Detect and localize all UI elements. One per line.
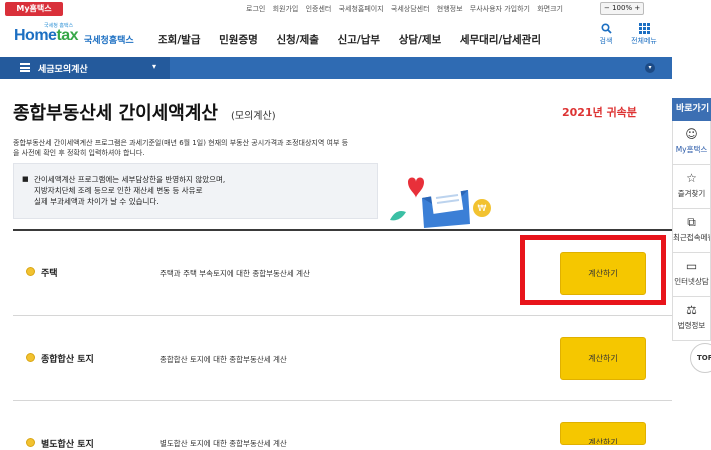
nav-item-report[interactable]: 신고/납부 — [338, 34, 380, 46]
all-menu-label: 전체메뉴 — [631, 37, 657, 45]
search-label: 검색 — [599, 37, 613, 45]
row-title-housing: 주택 — [41, 269, 58, 279]
page-title: 종합부동산세 간이세액계산 — [13, 103, 218, 124]
quick-item-label: 인터넷상담 — [674, 277, 709, 286]
location-bar: 세금모의계산 ▾ ▾ — [0, 57, 672, 79]
calculate-comprehensive-land-button[interactable]: 계산하기 — [560, 337, 646, 380]
notice-line: 간이세액계산 프로그램에는 세부담상한을 반영하지 않았으며, — [34, 175, 226, 184]
nav-item-inquiry[interactable]: 조회/발급 — [158, 34, 200, 46]
table-top-border — [13, 229, 672, 231]
calculate-separate-land-button[interactable]: 계산하기 — [560, 422, 646, 445]
my-hometax-tab[interactable]: My홈택스 — [5, 2, 63, 16]
notice-line: 실제 부과세액과 차이가 날 수 있습니다. — [34, 197, 159, 206]
zoom-value: 100% — [612, 4, 633, 12]
quick-menu-heading: 바로가기 — [672, 98, 711, 121]
main-nav: 조회/발급 민원증명 신청/제출 신고/납부 상담/제보 세무대리/납세관리 — [158, 32, 556, 47]
quick-item-label: 최근접속메뉴 — [673, 233, 711, 242]
quick-recent[interactable]: ⧉ 최근접속메뉴 — [672, 209, 711, 253]
row-title-separate-land: 별도합산 토지 — [41, 440, 94, 450]
tax-year-label: 2021년 귀속분 — [562, 106, 637, 119]
quick-menu-sidebar: 바로가기 ☺ My홈택스 ☆ 즐겨찾기 ⧉ 최근접속메뉴 ▭ 인터넷상담 ⚖ 법… — [672, 98, 711, 445]
row-desc-separate-land: 별도합산 토지에 대한 종합부동산세 계산 — [160, 439, 287, 448]
row-title-comprehensive-land: 종합합산 토지 — [41, 355, 94, 365]
highlight-annotation — [520, 235, 666, 305]
logo-wordmark: Hometax — [14, 27, 79, 44]
nav-item-apply[interactable]: 신청/제출 — [276, 34, 318, 46]
quick-item-label: My홈택스 — [675, 145, 708, 154]
row-bullet-icon — [26, 353, 35, 362]
row-desc-housing: 주택과 주택 부속토지에 대한 종합부동산세 계산 — [160, 269, 310, 278]
nav-item-civil[interactable]: 민원증명 — [219, 34, 258, 46]
hometax-logo[interactable]: 국세청 홈택스 Hometax 국세청홈택스 — [14, 22, 140, 52]
logo-korean: 국세청홈택스 — [84, 36, 134, 46]
notice-line: 지방자치단체 조례 등으로 인한 재산세 변동 등 사유로 — [34, 186, 203, 195]
utility-bar: My홈택스 로그인 회원가입 인증센터 국세청홈페이지 국세상담센터 현행정보 … — [0, 0, 711, 17]
chevron-down-icon: ▾ — [152, 62, 157, 71]
consult-center-link[interactable]: 국세상담센터 — [391, 5, 430, 13]
gavel-icon: ⚖ — [686, 303, 697, 317]
quick-item-label: 법령정보 — [677, 321, 706, 330]
quick-consult[interactable]: ▭ 인터넷상담 — [672, 253, 711, 297]
hamburger-icon — [20, 63, 30, 72]
guest-signup-link[interactable]: 무사사용자 가입하기 — [470, 5, 530, 13]
expand-circle-icon[interactable]: ▾ — [645, 63, 655, 73]
notice-box: ■ 간이세액계산 프로그램에는 세부담상한을 반영하지 않았으며, 지방자치단체… — [13, 163, 378, 219]
login-link[interactable]: 로그인 — [246, 5, 265, 13]
search-icon — [600, 23, 612, 34]
row-divider — [13, 400, 672, 401]
zoom-select[interactable]: − 100% + — [600, 2, 645, 15]
utility-links: 로그인 회원가입 인증센터 국세청홈페이지 국세상담센터 현행정보 무사사용자 … — [246, 4, 568, 14]
row-divider — [13, 315, 672, 316]
info-link[interactable]: 현행정보 — [437, 5, 463, 13]
all-menu-button[interactable]: 전체메뉴 — [628, 23, 660, 46]
grid-icon — [638, 23, 650, 34]
search-button[interactable]: 검색 — [594, 23, 618, 46]
quick-law[interactable]: ⚖ 법령정보 — [672, 297, 711, 341]
nav-item-agent[interactable]: 세무대리/납세관리 — [460, 34, 541, 46]
quick-my-hometax[interactable]: ☺ My홈택스 — [672, 121, 711, 165]
screen-size-label: 화면크기 — [537, 5, 563, 13]
signup-link[interactable]: 회원가입 — [273, 5, 299, 13]
svg-text:₩: ₩ — [478, 204, 487, 214]
row-desc-comprehensive-land: 종합합산 토지에 대한 종합부동산세 계산 — [160, 355, 287, 364]
location-title: 세금모의계산 — [38, 65, 88, 75]
row-bullet-icon — [26, 438, 35, 447]
quick-favorites[interactable]: ☆ 즐겨찾기 — [672, 165, 711, 209]
history-icon: ⧉ — [687, 215, 696, 229]
cert-center-link[interactable]: 인증센터 — [306, 5, 332, 13]
row-bullet-icon — [26, 267, 35, 276]
tax-illustration: ₩ — [390, 177, 491, 228]
nav-item-consult[interactable]: 상담/제보 — [399, 34, 441, 46]
star-icon: ☆ — [686, 171, 697, 185]
nts-homepage-link[interactable]: 국세청홈페이지 — [339, 5, 384, 13]
monitor-icon: ▭ — [685, 259, 698, 273]
page-subtitle: (모의계산) — [231, 111, 276, 122]
user-icon: ☺ — [685, 127, 698, 141]
menu-dropdown[interactable]: 세금모의계산 ▾ — [0, 57, 170, 79]
notice-bullet: ■ — [22, 175, 29, 183]
description-text: 종합부동산세 간이세액계산 프로그램은 과세기준일(매년 6월 1일) 현재의 … — [13, 139, 349, 157]
quick-item-label: 즐겨찾기 — [677, 189, 706, 198]
